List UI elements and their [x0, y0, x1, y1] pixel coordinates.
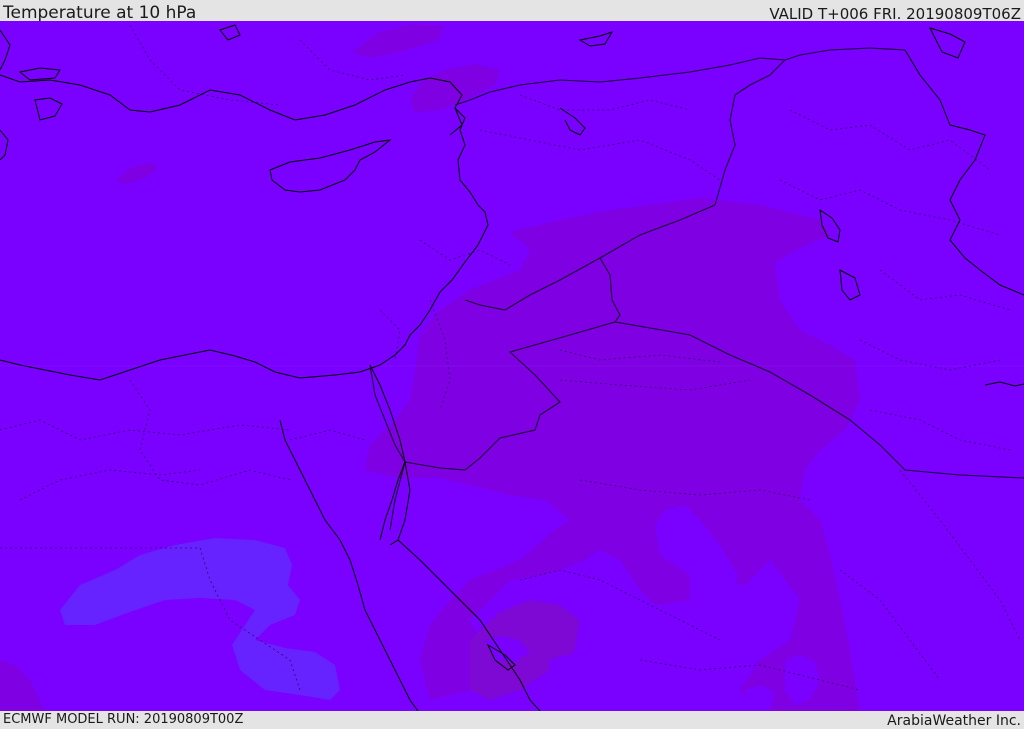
footer-bar: ECMWF MODEL RUN: 20190809T00Z ArabiaWeat…	[0, 711, 1024, 729]
model-run-label: ECMWF MODEL RUN: 20190809T00Z	[3, 712, 244, 727]
credit-label: ArabiaWeather Inc.	[887, 713, 1021, 729]
map-title: Temperature at 10 hPa	[3, 3, 197, 23]
header-bar: Temperature at 10 hPa VALID T+006 FRI. 2…	[0, 0, 1024, 23]
map-panel[interactable]	[0, 21, 1024, 711]
temperature-map	[0, 21, 1024, 711]
